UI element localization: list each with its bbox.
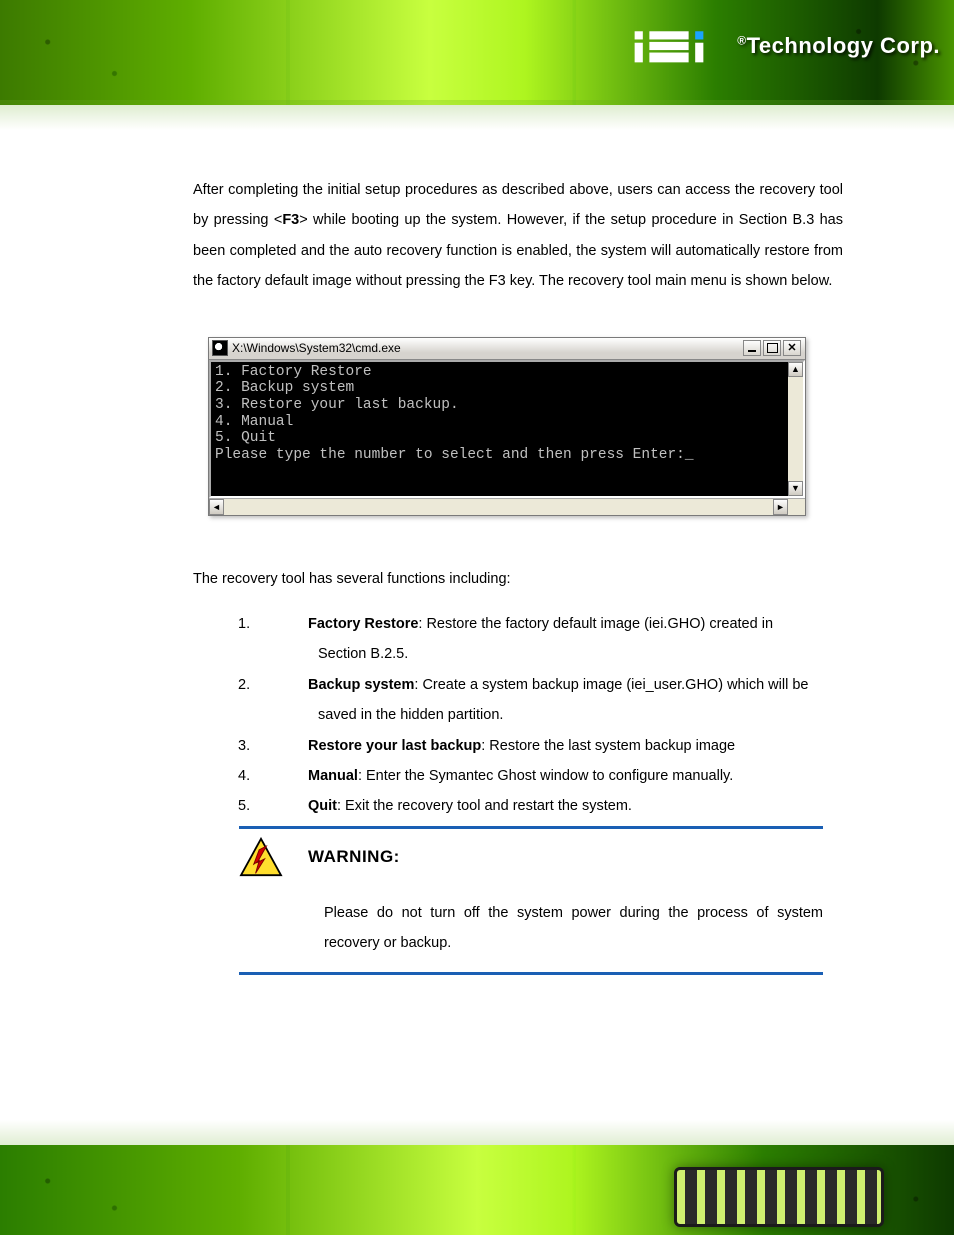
window-maximize-button[interactable] — [763, 340, 781, 356]
warning-block: WARNING: Please do not turn off the syst… — [239, 826, 823, 975]
banner-reflection — [0, 100, 954, 130]
warning-icon — [239, 837, 283, 877]
intro-paragraph: After completing the initial setup proce… — [193, 175, 843, 297]
divider — [239, 826, 823, 829]
functions-intro: The recovery tool has several functions … — [193, 571, 843, 587]
scroll-up-icon[interactable]: ▲ — [788, 362, 803, 377]
warning-text: Please do not turn off the system power … — [324, 899, 823, 958]
cmd-app-icon — [212, 340, 228, 356]
footer-banner — [0, 1145, 954, 1235]
horizontal-scrollbar[interactable]: ◄ ► — [209, 498, 805, 515]
scroll-right-icon[interactable]: ► — [773, 499, 788, 515]
list-item: 3.Restore your last backup: Restore the … — [278, 731, 843, 761]
brand-text: ®Technology Corp. — [737, 33, 940, 59]
cmd-window: X:\Windows\System32\cmd.exe ✕ 1. Factory… — [208, 337, 806, 516]
functions-list: 1.Factory Restore: Restore the factory d… — [278, 609, 843, 822]
cmd-body: 1. Factory Restore 2. Backup system 3. R… — [209, 360, 788, 498]
scroll-left-icon[interactable]: ◄ — [209, 499, 224, 515]
list-item: 5.Quit: Exit the recovery tool and resta… — [278, 791, 843, 821]
divider — [239, 972, 823, 975]
list-item: 2.Backup system: Create a system backup … — [278, 670, 843, 731]
window-close-button[interactable]: ✕ — [783, 340, 801, 356]
list-item: 4.Manual: Enter the Symantec Ghost windo… — [278, 761, 843, 791]
footer-reflection — [0, 1120, 954, 1145]
window-minimize-button[interactable] — [743, 340, 761, 356]
header-banner: ®Technology Corp. — [0, 0, 954, 105]
list-item: 1.Factory Restore: Restore the factory d… — [278, 609, 843, 670]
warning-title: WARNING: — [308, 847, 400, 867]
cmd-title-text: X:\Windows\System32\cmd.exe — [232, 341, 401, 355]
vertical-scrollbar[interactable]: ▲ ▼ — [788, 360, 805, 498]
iei-logo-icon — [633, 28, 731, 64]
chip-graphic — [674, 1167, 884, 1227]
page-content: After completing the initial setup proce… — [193, 175, 843, 983]
scroll-down-icon[interactable]: ▼ — [788, 481, 803, 496]
brand-block: ®Technology Corp. — [633, 28, 940, 64]
cmd-titlebar: X:\Windows\System32\cmd.exe ✕ — [209, 338, 805, 360]
